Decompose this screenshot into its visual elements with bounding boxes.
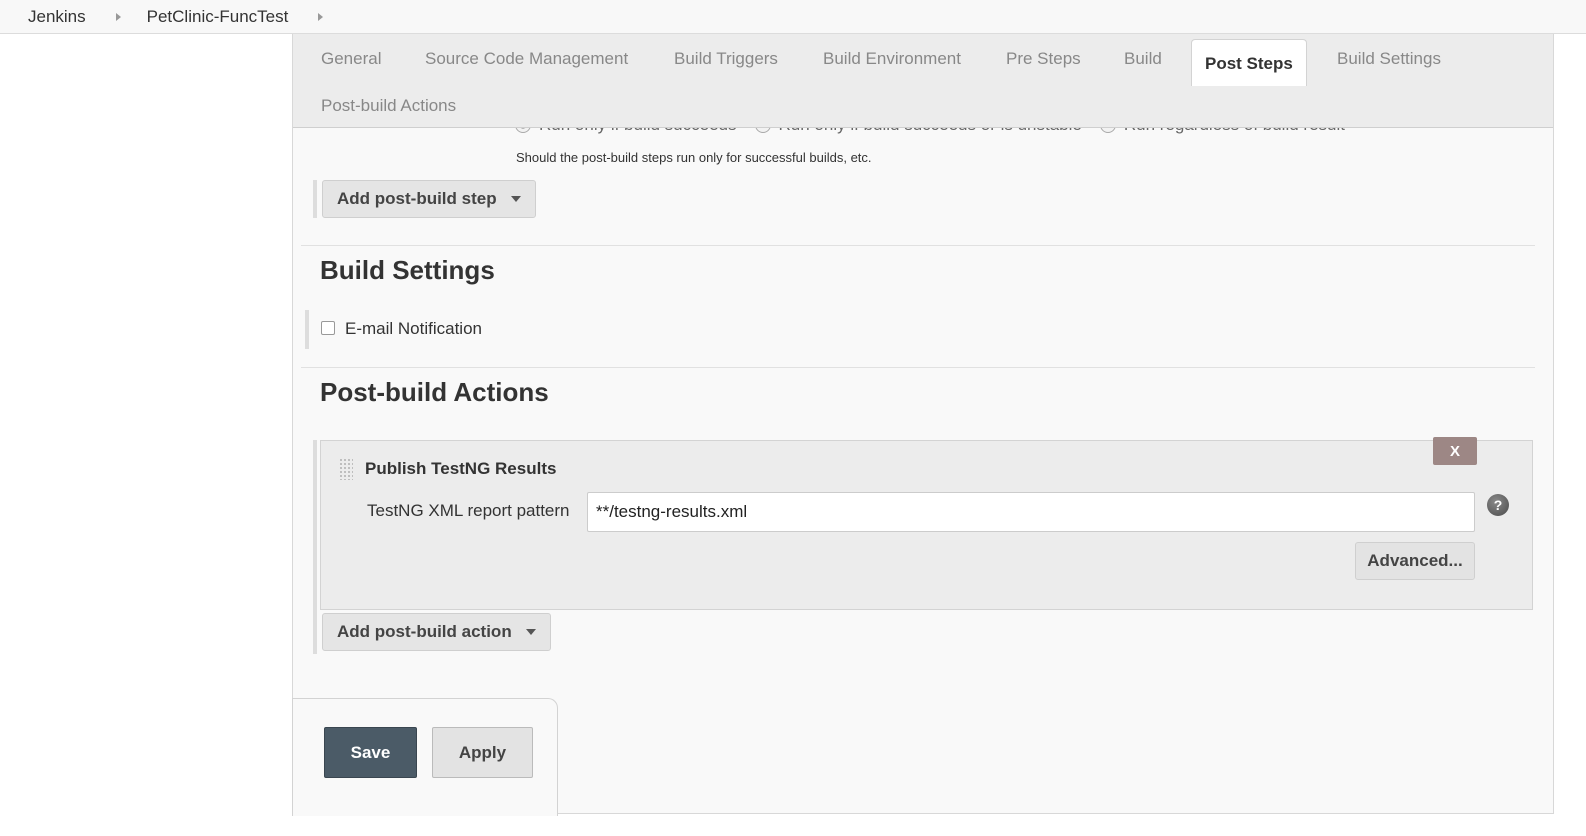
- section-divider: [301, 245, 1535, 246]
- breadcrumb-chevron-icon[interactable]: [318, 12, 324, 21]
- publish-testng-results-block: Publish TestNG Results X TestNG XML repo…: [320, 437, 1533, 610]
- post-steps-help-text: Should the post-build steps run only for…: [516, 150, 872, 165]
- drag-handle-icon[interactable]: [339, 458, 353, 480]
- add-post-build-step-label: Add post-build step: [337, 189, 497, 208]
- form-button-bar: Save Apply: [292, 698, 558, 816]
- email-notification-checkbox[interactable]: [321, 321, 335, 335]
- add-post-build-action-button[interactable]: Add post-build action: [322, 613, 551, 651]
- post-build-actions-heading: Post-build Actions: [320, 377, 549, 407]
- tab-pre-steps[interactable]: Pre Steps: [1006, 49, 1081, 69]
- testng-report-pattern-input[interactable]: [587, 492, 1475, 532]
- question-mark-icon[interactable]: ?: [1487, 494, 1509, 516]
- section-indent-bar: [313, 440, 317, 654]
- section-indent-bar: [305, 310, 309, 349]
- tab-general[interactable]: General: [321, 49, 381, 69]
- config-tab-bar: General Source Code Management Build Tri…: [293, 34, 1553, 128]
- add-post-build-action-label: Add post-build action: [337, 622, 512, 641]
- breadcrumb-jenkins[interactable]: Jenkins: [24, 7, 90, 27]
- job-config-panel: General Source Code Management Build Tri…: [292, 34, 1554, 816]
- tab-post-build-actions[interactable]: Post-build Actions: [321, 96, 456, 116]
- breadcrumb-chevron-icon[interactable]: [115, 12, 121, 21]
- breadcrumb: Jenkins PetClinic-FuncTest: [0, 0, 1586, 34]
- add-post-build-step-button[interactable]: Add post-build step: [322, 180, 536, 218]
- tab-source-code-management[interactable]: Source Code Management: [425, 49, 628, 69]
- publish-testng-results-title: Publish TestNG Results: [365, 459, 557, 478]
- advanced-button[interactable]: Advanced...: [1355, 542, 1475, 580]
- breadcrumb-job[interactable]: PetClinic-FuncTest: [143, 7, 293, 27]
- section-divider: [301, 367, 1535, 368]
- tab-post-steps[interactable]: Post Steps: [1191, 39, 1307, 86]
- caret-down-icon: [510, 196, 521, 202]
- tab-build[interactable]: Build: [1124, 49, 1162, 69]
- email-notification-label[interactable]: E-mail Notification: [345, 319, 482, 339]
- tab-build-environment[interactable]: Build Environment: [823, 49, 961, 69]
- save-button[interactable]: Save: [324, 727, 417, 778]
- tab-build-settings[interactable]: Build Settings: [1337, 49, 1441, 69]
- remove-action-button[interactable]: X: [1433, 437, 1477, 465]
- caret-down-icon: [525, 629, 536, 635]
- testng-report-pattern-label: TestNG XML report pattern: [367, 501, 570, 520]
- build-settings-heading: Build Settings: [320, 255, 495, 285]
- section-indent-bar: [313, 180, 317, 218]
- tab-build-triggers[interactable]: Build Triggers: [674, 49, 778, 69]
- apply-button[interactable]: Apply: [432, 727, 533, 778]
